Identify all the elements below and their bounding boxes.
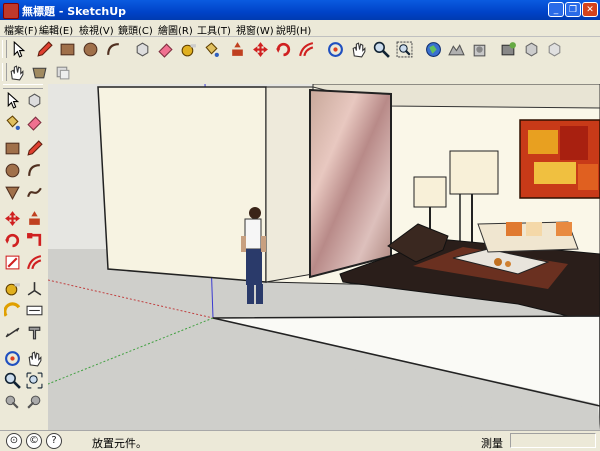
- orbit-tool-icon[interactable]: [325, 39, 345, 59]
- 3d-viewport[interactable]: [48, 84, 600, 430]
- circle-tool-icon[interactable]: [80, 39, 100, 59]
- geo-location-icon[interactable]: ⊙: [6, 433, 22, 449]
- zoom-tool-icon[interactable]: [2, 370, 22, 390]
- protractor-icon[interactable]: [2, 300, 22, 320]
- zoom-window-icon[interactable]: [394, 39, 414, 59]
- scale-tool-icon[interactable]: [2, 252, 22, 272]
- get-current-view-icon[interactable]: [423, 39, 443, 59]
- credits-icon[interactable]: ©: [26, 433, 42, 449]
- walk-tool-icon[interactable]: [2, 392, 22, 412]
- sandbox-tool-icon[interactable]: [29, 62, 49, 82]
- share-model-icon[interactable]: [521, 39, 541, 59]
- move-tool-icon[interactable]: [2, 208, 22, 228]
- circle-tool-icon[interactable]: [2, 160, 22, 180]
- rotate-tool-icon[interactable]: [273, 39, 293, 59]
- measurements-input[interactable]: [510, 433, 596, 448]
- orbit-tool-icon[interactable]: [2, 348, 22, 368]
- polygon-tool-icon[interactable]: [2, 182, 22, 202]
- status-bar: ⊙ © ? 放置元件。 測量: [0, 430, 600, 451]
- follow-me-icon[interactable]: [24, 230, 44, 250]
- sketchup-app-icon[interactable]: [3, 3, 19, 19]
- pan-tool-icon[interactable]: [348, 39, 368, 59]
- make-component-icon[interactable]: [132, 39, 152, 59]
- look-around-icon[interactable]: [24, 392, 44, 412]
- menu-file[interactable]: 檔案(F): [4, 22, 38, 37]
- rectangle-tool-icon[interactable]: [2, 138, 22, 158]
- paint-bucket-icon[interactable]: [2, 112, 22, 132]
- offset-tool-icon[interactable]: [24, 252, 44, 272]
- toolbar-grip[interactable]: [2, 40, 7, 58]
- add-building-icon[interactable]: [469, 39, 489, 59]
- pencil-tool-icon[interactable]: [24, 138, 44, 158]
- pan-tool-icon[interactable]: [24, 348, 44, 368]
- photo-textures-icon[interactable]: [498, 39, 518, 59]
- interact-hand-icon[interactable]: [6, 62, 26, 82]
- rotate-tool-icon[interactable]: [2, 230, 22, 250]
- maximize-button[interactable]: ❐: [565, 2, 581, 17]
- instructor-help-icon[interactable]: ?: [46, 433, 62, 449]
- menu-window[interactable]: 視窗(W): [236, 22, 274, 37]
- arc-tool-icon[interactable]: [24, 160, 44, 180]
- title-bar[interactable]: 無標題 - SketchUp _ ❐ ✕: [0, 0, 600, 20]
- move-tool-icon[interactable]: [250, 39, 270, 59]
- menu-edit[interactable]: 編輯(E): [39, 22, 73, 37]
- large-tool-set: [0, 84, 48, 430]
- select-tool-icon[interactable]: [8, 39, 28, 59]
- arc-tool-icon[interactable]: [103, 39, 123, 59]
- make-component-icon[interactable]: [24, 90, 44, 110]
- menu-camera[interactable]: 鏡頭(C): [118, 22, 153, 37]
- model-scene: [48, 84, 600, 430]
- eraser-tool-icon[interactable]: [155, 39, 175, 59]
- freehand-tool-icon[interactable]: [24, 182, 44, 202]
- measurements-label: 測量: [481, 437, 503, 450]
- menu-draw[interactable]: 繪圖(R): [158, 22, 193, 37]
- zoom-tool-icon[interactable]: [371, 39, 391, 59]
- dimension-tool-icon[interactable]: [2, 322, 22, 342]
- text-tool-icon[interactable]: [24, 300, 44, 320]
- eraser-tool-icon[interactable]: [24, 112, 44, 132]
- get-models-icon[interactable]: [544, 39, 564, 59]
- 3d-text-icon[interactable]: [24, 322, 44, 342]
- push-pull-icon[interactable]: [24, 208, 44, 228]
- secondary-toolbar: [0, 61, 600, 84]
- menu-tools[interactable]: 工具(T): [197, 22, 231, 37]
- axes-tool-icon[interactable]: [24, 278, 44, 298]
- tape-measure-icon[interactable]: [2, 278, 22, 298]
- rectangle-tool-icon[interactable]: [57, 39, 77, 59]
- status-hint: 放置元件。: [92, 437, 147, 450]
- menu-help[interactable]: 說明(H): [276, 22, 311, 37]
- menu-bar: 檔案(F) 編輯(E) 檢視(V) 鏡頭(C) 繪圖(R) 工具(T) 視窗(W…: [0, 20, 600, 37]
- zoom-extents-icon[interactable]: [24, 370, 44, 390]
- minimize-button[interactable]: _: [548, 2, 564, 17]
- toolbar-grip[interactable]: [3, 84, 43, 89]
- tape-measure-icon[interactable]: [178, 39, 198, 59]
- close-button[interactable]: ✕: [582, 2, 598, 17]
- paint-bucket-icon[interactable]: [201, 39, 221, 59]
- window-title: 無標題 - SketchUp: [22, 5, 127, 18]
- menu-view[interactable]: 檢視(V): [79, 22, 114, 37]
- toggle-terrain-icon[interactable]: [446, 39, 466, 59]
- push-pull-icon[interactable]: [227, 39, 247, 59]
- select-tool-icon[interactable]: [2, 90, 22, 110]
- layer-tool-icon[interactable]: [52, 62, 72, 82]
- pencil-tool-icon[interactable]: [34, 39, 54, 59]
- main-toolbar: [0, 37, 600, 61]
- offset-tool-icon[interactable]: [296, 39, 316, 59]
